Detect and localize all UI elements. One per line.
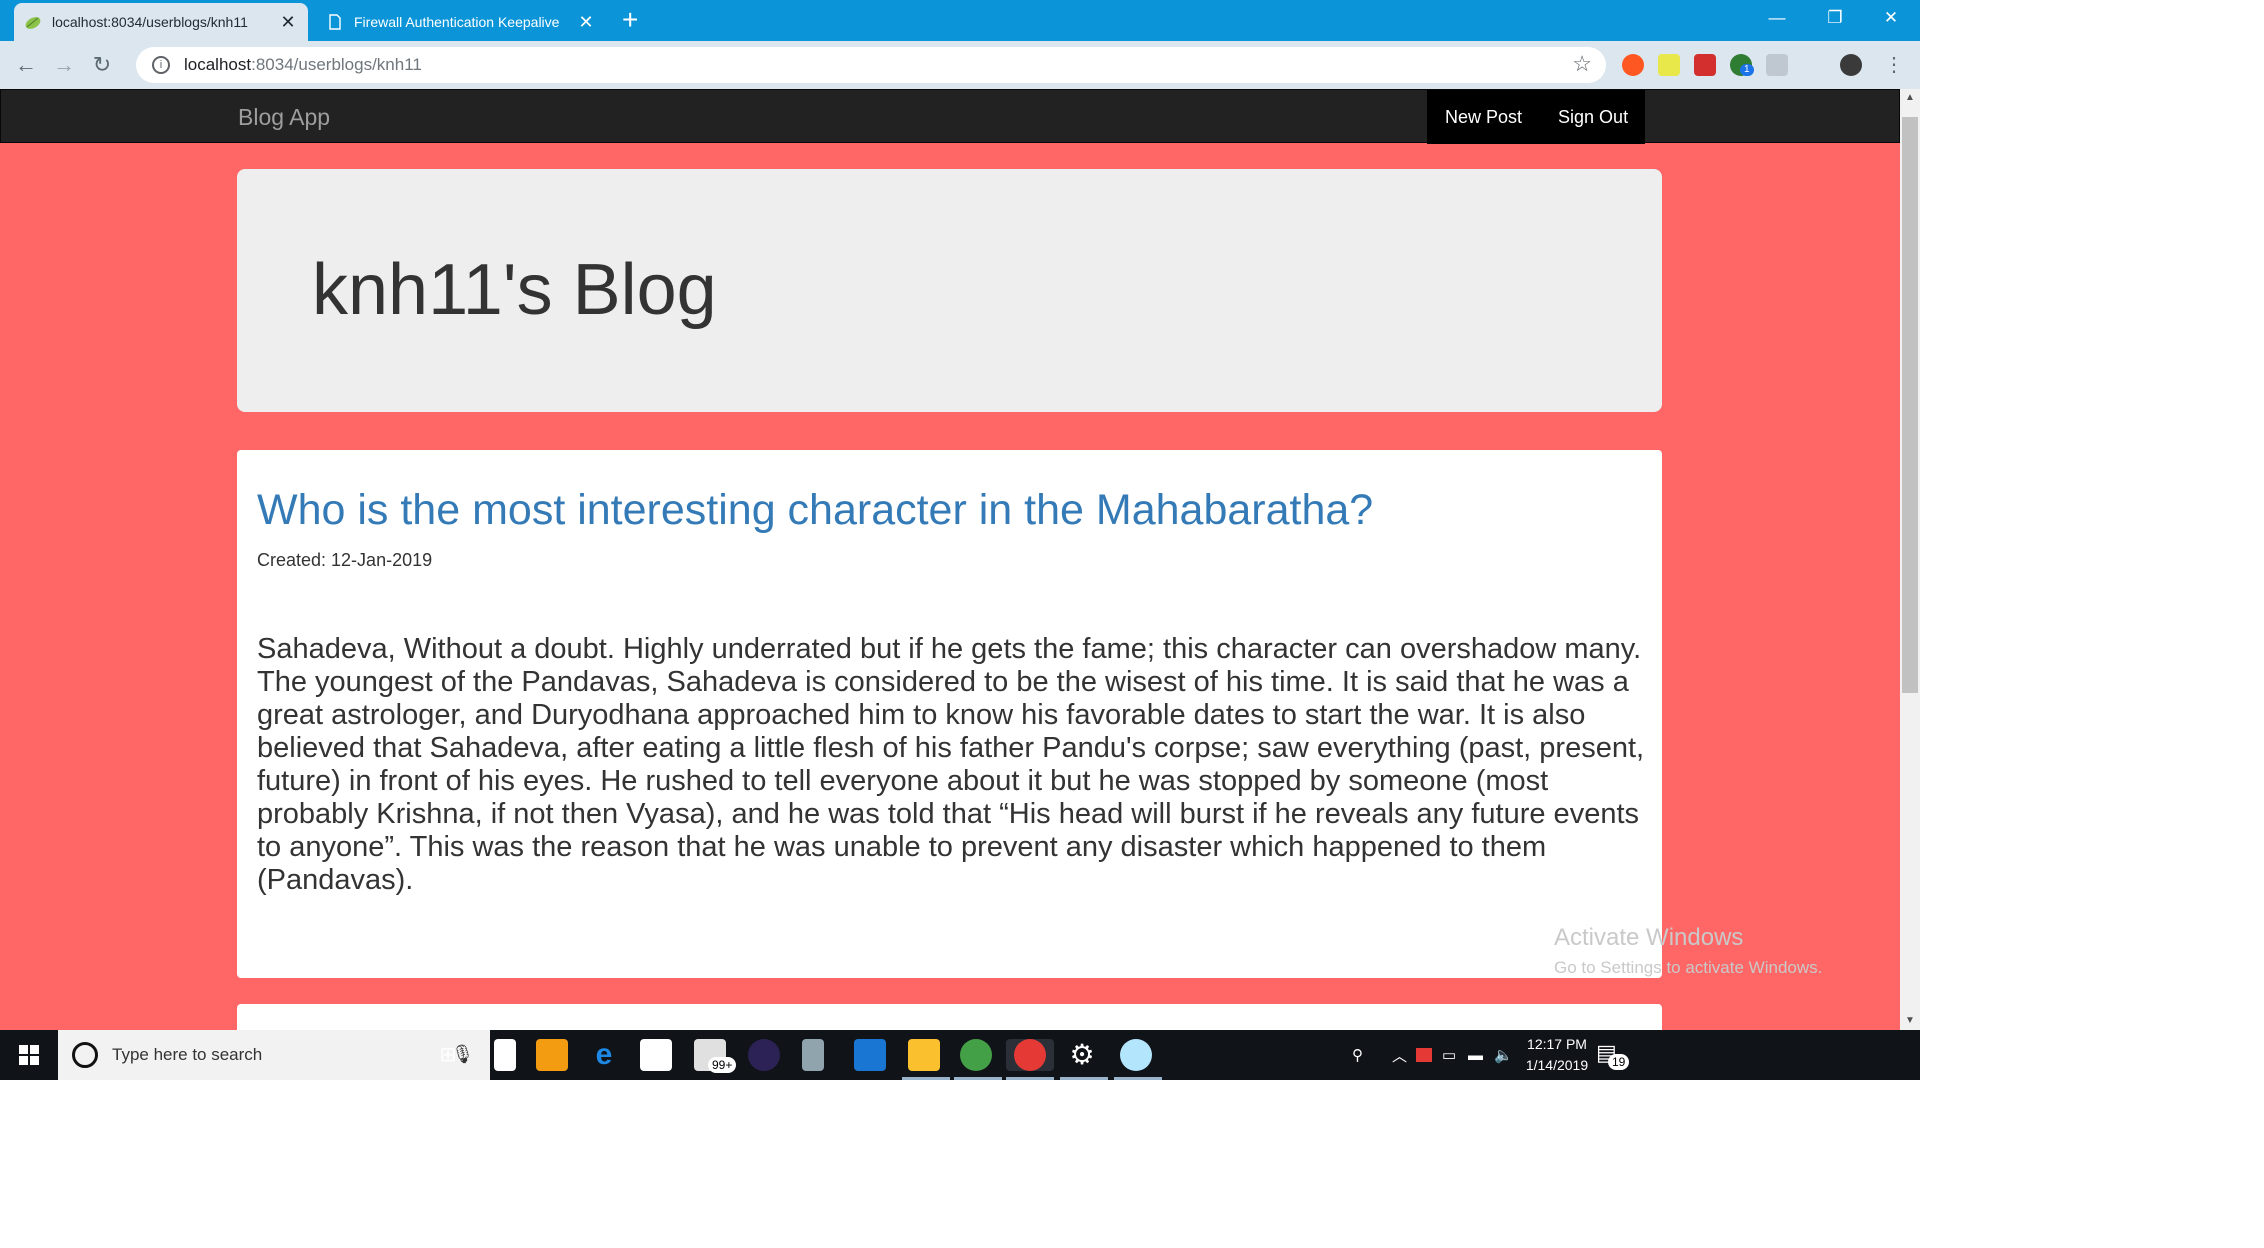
eclipse-icon[interactable] bbox=[748, 1039, 780, 1071]
navbar-links: New Post Sign Out bbox=[1427, 90, 1645, 144]
chrome-menu-icon[interactable]: ⋮ bbox=[1880, 51, 1908, 79]
post-body: Sahadeva, Without a doubt. Highly underr… bbox=[257, 633, 1645, 896]
site-info-icon[interactable]: i bbox=[152, 56, 170, 74]
action-center-icon[interactable]: ▤ 19 bbox=[1596, 1040, 1630, 1070]
minimize-button[interactable]: — bbox=[1748, 0, 1806, 36]
tab-title: localhost:8034/userblogs/knh11 bbox=[52, 14, 248, 30]
edge-browser-icon[interactable]: e bbox=[588, 1039, 620, 1071]
task-view-icon[interactable]: ⊞ bbox=[432, 1039, 464, 1071]
page-scrollbar[interactable]: ▲ ▼ bbox=[1900, 89, 1920, 1030]
close-window-button[interactable]: ✕ bbox=[1862, 0, 1920, 36]
clock-date: 1/14/2019 bbox=[1525, 1057, 1589, 1073]
security-tray-icon[interactable] bbox=[1416, 1030, 1432, 1080]
post-created-date: Created: 12-Jan-2019 bbox=[257, 550, 433, 570]
settings-gear-icon[interactable]: ⚙ bbox=[1066, 1039, 1098, 1071]
watermark-line1: Activate Windows bbox=[1554, 924, 1744, 951]
scrollbar-thumb[interactable] bbox=[1902, 117, 1918, 693]
cortana-icon bbox=[72, 1042, 98, 1068]
restore-button[interactable]: ❐ bbox=[1806, 0, 1864, 36]
scroll-up-arrow-icon[interactable]: ▲ bbox=[1900, 89, 1920, 107]
new-tab-button[interactable]: + bbox=[622, 6, 638, 34]
forward-arrow-icon[interactable]: → bbox=[50, 51, 78, 79]
active-app-indicator bbox=[1114, 1077, 1162, 1080]
active-app-indicator bbox=[954, 1077, 1002, 1080]
blog-jumbotron: knh11's Blog bbox=[237, 169, 1662, 412]
remote-desktop-icon[interactable] bbox=[854, 1039, 886, 1071]
url-host: localhost bbox=[184, 55, 252, 74]
volume-icon[interactable]: 🔈 bbox=[1494, 1030, 1513, 1080]
post-card bbox=[237, 1004, 1662, 1030]
sign-out-link[interactable]: Sign Out bbox=[1540, 90, 1646, 144]
mail-badge: 99+ bbox=[708, 1057, 737, 1073]
file-explorer-icon[interactable] bbox=[908, 1039, 940, 1071]
taskbar-search-box[interactable]: Type here to search 🎙 bbox=[58, 1030, 490, 1080]
windows-logo-icon bbox=[19, 1045, 39, 1065]
back-arrow-icon[interactable]: ← bbox=[12, 51, 40, 79]
profile-avatar-icon[interactable] bbox=[1840, 54, 1862, 76]
paint-icon[interactable] bbox=[1120, 1039, 1152, 1071]
browser-tabstrip: localhost:8034/userblogs/knh11 ✕ Firewal… bbox=[0, 0, 1920, 41]
tab-title: Firewall Authentication Keepalive bbox=[354, 14, 560, 30]
extension-badge: 1 bbox=[1740, 64, 1754, 76]
browser-toolbar: ← → ↻ i localhost:8034/userblogs/knh11 ☆… bbox=[0, 41, 1920, 89]
screen: localhost:8034/userblogs/knh11 ✕ Firewal… bbox=[0, 0, 1920, 1080]
red-extension-icon[interactable] bbox=[1694, 54, 1716, 76]
active-app-indicator bbox=[1006, 1077, 1054, 1080]
bookmark-star-icon[interactable]: ☆ bbox=[1572, 51, 1592, 77]
url-path: :8034/userblogs/knh11 bbox=[251, 55, 422, 74]
battery-icon[interactable]: ▬ bbox=[1468, 1030, 1483, 1080]
tab-firewall[interactable]: Firewall Authentication Keepalive ✕ bbox=[316, 3, 606, 41]
show-hidden-icons-chevron-icon[interactable]: ︿ bbox=[1392, 1030, 1407, 1080]
page-viewport: Blog App New Post Sign Out knh11's Blog … bbox=[0, 89, 1900, 1030]
green-extension-icon[interactable]: 1 bbox=[1730, 54, 1754, 76]
windows-taskbar: Type here to search 🎙 ⊞ e 99+ ⚙ ⚲ ︿ ▭ ▬ … bbox=[0, 1030, 1920, 1080]
mail-icon[interactable]: 99+ bbox=[694, 1039, 737, 1073]
watermark-line2: Go to Settings to activate Windows. bbox=[1554, 958, 1823, 977]
reload-icon[interactable]: ↻ bbox=[88, 51, 116, 79]
spring-tool-icon[interactable] bbox=[960, 1039, 992, 1071]
checklist-extension-icon[interactable] bbox=[1658, 54, 1680, 76]
facebook-extension-icon[interactable] bbox=[1766, 54, 1788, 76]
tab-userblogs[interactable]: localhost:8034/userblogs/knh11 ✕ bbox=[14, 3, 308, 41]
clock-time: 12:17 PM bbox=[1527, 1036, 1587, 1052]
active-app-indicator bbox=[1060, 1077, 1108, 1080]
scroll-down-arrow-icon[interactable]: ▼ bbox=[1900, 1012, 1920, 1030]
tab-close-icon[interactable]: ✕ bbox=[576, 12, 596, 33]
notification-count-badge: 19 bbox=[1608, 1054, 1630, 1070]
active-app-indicator bbox=[902, 1077, 950, 1080]
people-icon[interactable]: ⚲ bbox=[1352, 1030, 1363, 1080]
app-navbar: Blog App New Post Sign Out bbox=[0, 89, 1900, 144]
taskbar-clock[interactable]: 12:17 PM 1/14/2019 bbox=[1516, 1034, 1598, 1076]
start-button[interactable] bbox=[0, 1030, 58, 1080]
address-bar[interactable]: i localhost:8034/userblogs/knh11 ☆ bbox=[136, 47, 1606, 83]
puzzle-extension-icon[interactable] bbox=[1622, 54, 1644, 76]
tab-close-icon[interactable]: ✕ bbox=[278, 12, 298, 33]
network-icon[interactable]: ▭ bbox=[1442, 1030, 1456, 1080]
blog-title: knh11's Blog bbox=[312, 250, 717, 330]
leaf-favicon-icon bbox=[25, 17, 41, 29]
store-icon[interactable] bbox=[640, 1039, 672, 1071]
page-favicon-icon bbox=[329, 14, 341, 30]
post-title-link[interactable]: Who is the most interesting character in… bbox=[257, 486, 1373, 535]
sublime-text-icon[interactable] bbox=[536, 1039, 568, 1071]
brand-link[interactable]: Blog App bbox=[238, 90, 330, 144]
activate-windows-watermark: Activate Windows Go to Settings to activ… bbox=[1554, 924, 1822, 978]
chrome-icon[interactable] bbox=[1014, 1039, 1046, 1071]
post-card: Who is the most interesting character in… bbox=[237, 450, 1662, 978]
search-placeholder: Type here to search bbox=[112, 1045, 263, 1064]
database-icon[interactable] bbox=[802, 1039, 824, 1071]
notepad-icon[interactable] bbox=[494, 1039, 516, 1071]
new-post-link[interactable]: New Post bbox=[1427, 90, 1540, 144]
